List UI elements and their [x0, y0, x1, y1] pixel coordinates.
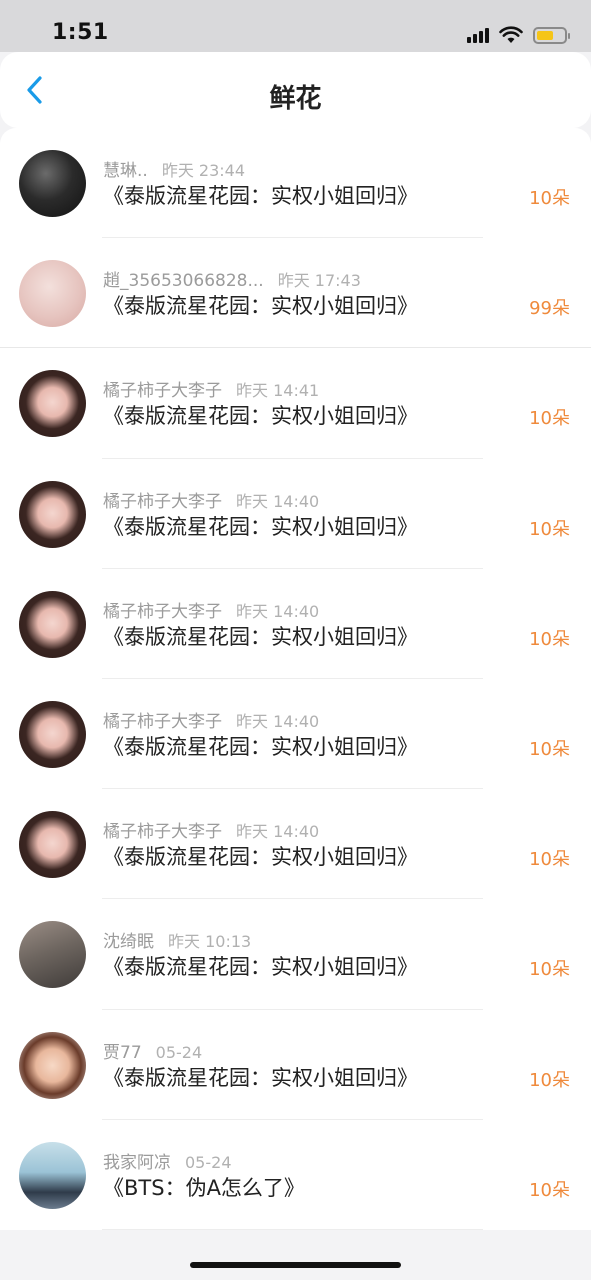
screen: 1:51 鲜花 慧琳.. 昨天 23:44 《泰版流星花园：实权小姐回归》 10…: [0, 0, 591, 1280]
user-name[interactable]: 沈绮眠: [103, 932, 154, 952]
timestamp: 昨天 14:40: [236, 601, 320, 621]
item-meta: 我家阿凉 05-24: [103, 1148, 232, 1173]
book-title: 《泰版流星花园：实权小姐回归》: [103, 955, 418, 980]
flower-record-list: 慧琳.. 昨天 23:44 《泰版流星花园：实权小姐回归》 10朵 趙_35653…: [0, 128, 591, 1230]
book-title: 《泰版流星花园：实权小姐回归》: [103, 514, 418, 539]
user-name[interactable]: 趙_35653066828...: [103, 271, 264, 291]
user-name[interactable]: 橘子柿子大李子: [103, 822, 222, 842]
flower-amount: 10朵: [529, 849, 570, 871]
timestamp: 昨天 10:13: [168, 932, 252, 952]
timestamp: 昨天 14:40: [236, 491, 320, 511]
item-meta: 橘子柿子大李子 昨天 14:41: [103, 376, 319, 401]
flower-amount: 10朵: [529, 1069, 570, 1091]
avatar[interactable]: [19, 480, 86, 548]
user-name[interactable]: 我家阿凉: [103, 1153, 171, 1173]
flower-amount: 10朵: [529, 518, 570, 540]
avatar[interactable]: [19, 260, 86, 328]
avatar[interactable]: [19, 590, 86, 658]
flower-amount: 10朵: [529, 1179, 570, 1201]
book-title: 《泰版流星花园：实权小姐回归》: [103, 294, 418, 319]
timestamp: 昨天 23:44: [161, 161, 246, 180]
flower-amount: 10朵: [529, 738, 570, 760]
timestamp: 昨天 14:40: [236, 822, 320, 842]
item-meta: 橘子柿子大李子 昨天 14:40: [103, 707, 319, 732]
nav-bar: 鲜花: [0, 52, 591, 128]
avatar[interactable]: [19, 921, 86, 989]
item-meta: 慧琳.. 昨天 23:44: [103, 156, 245, 181]
list-item[interactable]: 橘子柿子大李子 昨天 14:40 《泰版流星花园：实权小姐回归》 10朵: [0, 679, 591, 790]
item-meta: 橘子柿子大李子 昨天 14:40: [103, 597, 319, 622]
user-name[interactable]: 慧琳..: [103, 161, 148, 181]
home-area: [0, 1230, 591, 1280]
wifi-icon: [499, 26, 523, 43]
avatar[interactable]: [19, 1031, 86, 1099]
user-name[interactable]: 贾77: [103, 1043, 142, 1063]
book-title: 《泰版流星花园：实权小姐回归》: [103, 1065, 418, 1090]
book-title: 《泰版流星花园：实权小姐回归》: [103, 734, 418, 759]
list-item[interactable]: 橘子柿子大李子 昨天 14:40 《泰版流星花园：实权小姐回归》 10朵: [0, 569, 591, 679]
flower-amount: 10朵: [529, 188, 570, 209]
list-item[interactable]: 贾77 05-24 《泰版流星花园：实权小姐回归》 10朵: [0, 1010, 591, 1120]
list-item[interactable]: 沈绮眠 昨天 10:13 《泰版流星花园：实权小姐回归》 10朵: [0, 899, 591, 1010]
item-meta: 橘子柿子大李子 昨天 14:40: [103, 487, 319, 512]
book-title: 《泰版流星花园：实权小姐回归》: [103, 404, 418, 429]
user-name[interactable]: 橘子柿子大李子: [103, 381, 222, 401]
book-title: 《BTS：伪A怎么了》: [103, 1175, 305, 1200]
list-item[interactable]: 趙_35653066828... 昨天 17:43 《泰版流星花园：实权小姐回归》…: [0, 238, 591, 349]
list-item[interactable]: 橘子柿子大李子 昨天 14:40 《泰版流星花园：实权小姐回归》 10朵: [0, 459, 591, 569]
user-name[interactable]: 橘子柿子大李子: [103, 712, 222, 732]
home-indicator[interactable]: [190, 1262, 401, 1268]
timestamp: 05-24: [155, 1042, 203, 1062]
timestamp: 昨天 14:40: [236, 711, 320, 731]
status-icons: [467, 24, 570, 46]
status-bar: 1:51: [0, 0, 591, 52]
page-title: 鲜花: [269, 84, 322, 114]
book-title: 《泰版流星花园：实权小姐回归》: [103, 845, 418, 870]
avatar[interactable]: [19, 370, 86, 438]
list-item[interactable]: 橘子柿子大李子 昨天 14:40 《泰版流星花园：实权小姐回归》 10朵: [0, 789, 591, 900]
timestamp: 昨天 14:41: [236, 381, 320, 401]
timestamp: 05-24: [185, 1152, 232, 1172]
flower-amount: 10朵: [529, 959, 570, 981]
avatar[interactable]: [19, 700, 86, 768]
avatar[interactable]: [19, 811, 86, 879]
item-meta: 橘子柿子大李子 昨天 14:40: [103, 817, 319, 842]
flower-amount: 99朵: [529, 298, 570, 320]
avatar[interactable]: [19, 1141, 86, 1209]
book-title: 《泰版流星花园：实权小姐回归》: [103, 184, 418, 208]
book-title: 《泰版流星花园：实权小姐回归》: [103, 624, 418, 649]
list-item[interactable]: 我家阿凉 05-24 《BTS：伪A怎么了》 10朵: [0, 1120, 591, 1230]
avatar[interactable]: [19, 150, 86, 217]
cellular-signal-icon: [467, 27, 489, 43]
item-meta: 贾77 05-24: [103, 1038, 202, 1063]
timestamp: 昨天 17:43: [277, 271, 361, 291]
list-item[interactable]: 橘子柿子大李子 昨天 14:41 《泰版流星花园：实权小姐回归》 10朵: [0, 348, 591, 459]
status-time: 1:51: [52, 20, 109, 45]
flower-amount: 10朵: [529, 408, 570, 430]
flower-amount: 10朵: [529, 628, 570, 650]
battery-icon: [533, 26, 570, 44]
list-item[interactable]: 慧琳.. 昨天 23:44 《泰版流星花园：实权小姐回归》 10朵: [0, 128, 591, 239]
user-name[interactable]: 橘子柿子大李子: [103, 492, 222, 512]
item-meta: 趙_35653066828... 昨天 17:43: [103, 266, 361, 291]
user-name[interactable]: 橘子柿子大李子: [103, 602, 222, 622]
item-meta: 沈绮眠 昨天 10:13: [103, 927, 251, 952]
